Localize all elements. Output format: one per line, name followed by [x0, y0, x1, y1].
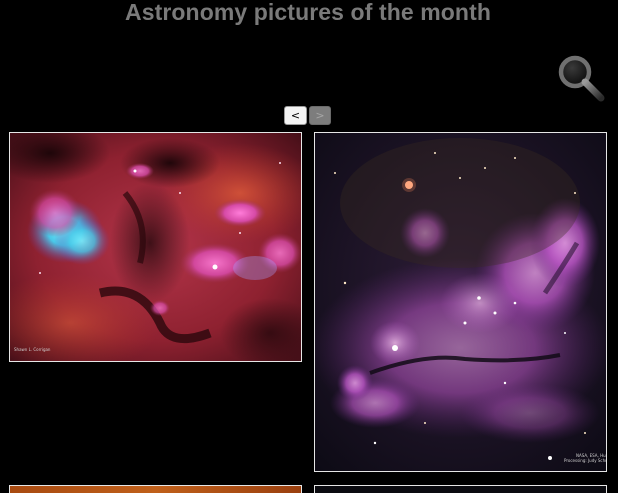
image-credit: Shawn L. Corrigan: [14, 347, 51, 352]
search-button[interactable]: [556, 54, 606, 102]
page: Astronomy pictures of the month < > Shaw…: [0, 0, 618, 493]
gallery-thumbnail[interactable]: Shawn L. Corrigan: [9, 132, 302, 362]
next-page-button[interactable]: >: [309, 106, 331, 125]
nebula-image: [10, 133, 301, 361]
gallery-thumbnail[interactable]: NASA, ESA, Hubble Processing: Judy Schmi…: [314, 132, 607, 472]
gallery-thumbnail[interactable]: [9, 485, 302, 493]
image-credit: NASA, ESA, Hubble Processing: Judy Schmi…: [564, 453, 606, 463]
pagination: < >: [284, 106, 331, 126]
nebula-image: [315, 133, 606, 471]
page-title: Astronomy pictures of the month: [124, 0, 491, 25]
nebula-image: [10, 486, 301, 493]
previous-page-button[interactable]: <: [284, 106, 307, 125]
nebula-image: [315, 486, 606, 493]
search-icon: [558, 55, 605, 102]
gallery-thumbnail[interactable]: [314, 485, 607, 493]
